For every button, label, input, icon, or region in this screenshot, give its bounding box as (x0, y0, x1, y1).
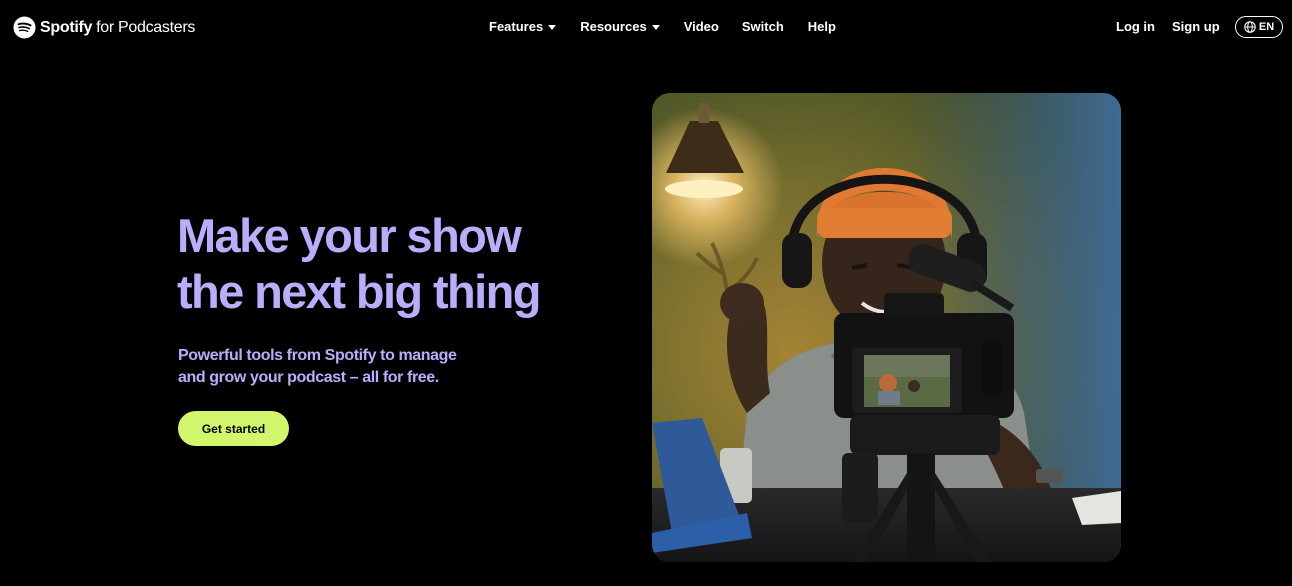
hero-subheading-line-2: and grow your podcast – all for free. (178, 369, 439, 386)
brand-logo[interactable]: Spotify for Podcasters (13, 16, 195, 39)
nav-item-label: Resources (580, 19, 647, 34)
signup-link[interactable]: Sign up (1172, 19, 1220, 34)
spotify-logo-icon (13, 16, 36, 39)
page: Spotify for Podcasters Features Resource… (0, 0, 1292, 586)
get-started-button[interactable]: Get started (178, 411, 289, 446)
caret-down-icon (548, 24, 557, 30)
hero-video[interactable] (652, 93, 1121, 562)
nav-item-label: Video (683, 19, 719, 34)
login-link[interactable]: Log in (1116, 19, 1155, 34)
hero-headline-line-1: Make your show (177, 209, 522, 262)
podcaster-video (652, 93, 1121, 562)
hero-headline: Make your show the next big thing (177, 208, 617, 320)
hero-subheading-line-1: Powerful tools from Spotify to manage (178, 347, 457, 364)
globe-icon (1244, 21, 1256, 33)
hero-headline-line-2: the next big thing (177, 265, 541, 318)
nav-item-help[interactable]: Help (808, 19, 836, 34)
main-nav: Features Resources Video Switch Help (489, 19, 836, 34)
hero-subheading: Powerful tools from Spotify to manage an… (178, 345, 498, 389)
nav-item-switch[interactable]: Switch (742, 19, 784, 34)
nav-item-label: Help (807, 19, 836, 34)
caret-down-icon (651, 24, 660, 30)
site-header: Spotify for Podcasters Features Resource… (0, 0, 1292, 56)
nav-item-label: Features (489, 19, 544, 34)
brand-suffix: for Podcasters (96, 18, 196, 36)
nav-item-video[interactable]: Video (684, 19, 719, 34)
nav-item-resources[interactable]: Resources (580, 19, 660, 34)
nav-item-features[interactable]: Features (489, 19, 557, 34)
nav-item-label: Switch (741, 19, 784, 34)
brand-name: Spotify (40, 18, 93, 36)
language-selector[interactable]: EN (1235, 16, 1283, 38)
language-label: EN (1258, 21, 1275, 33)
